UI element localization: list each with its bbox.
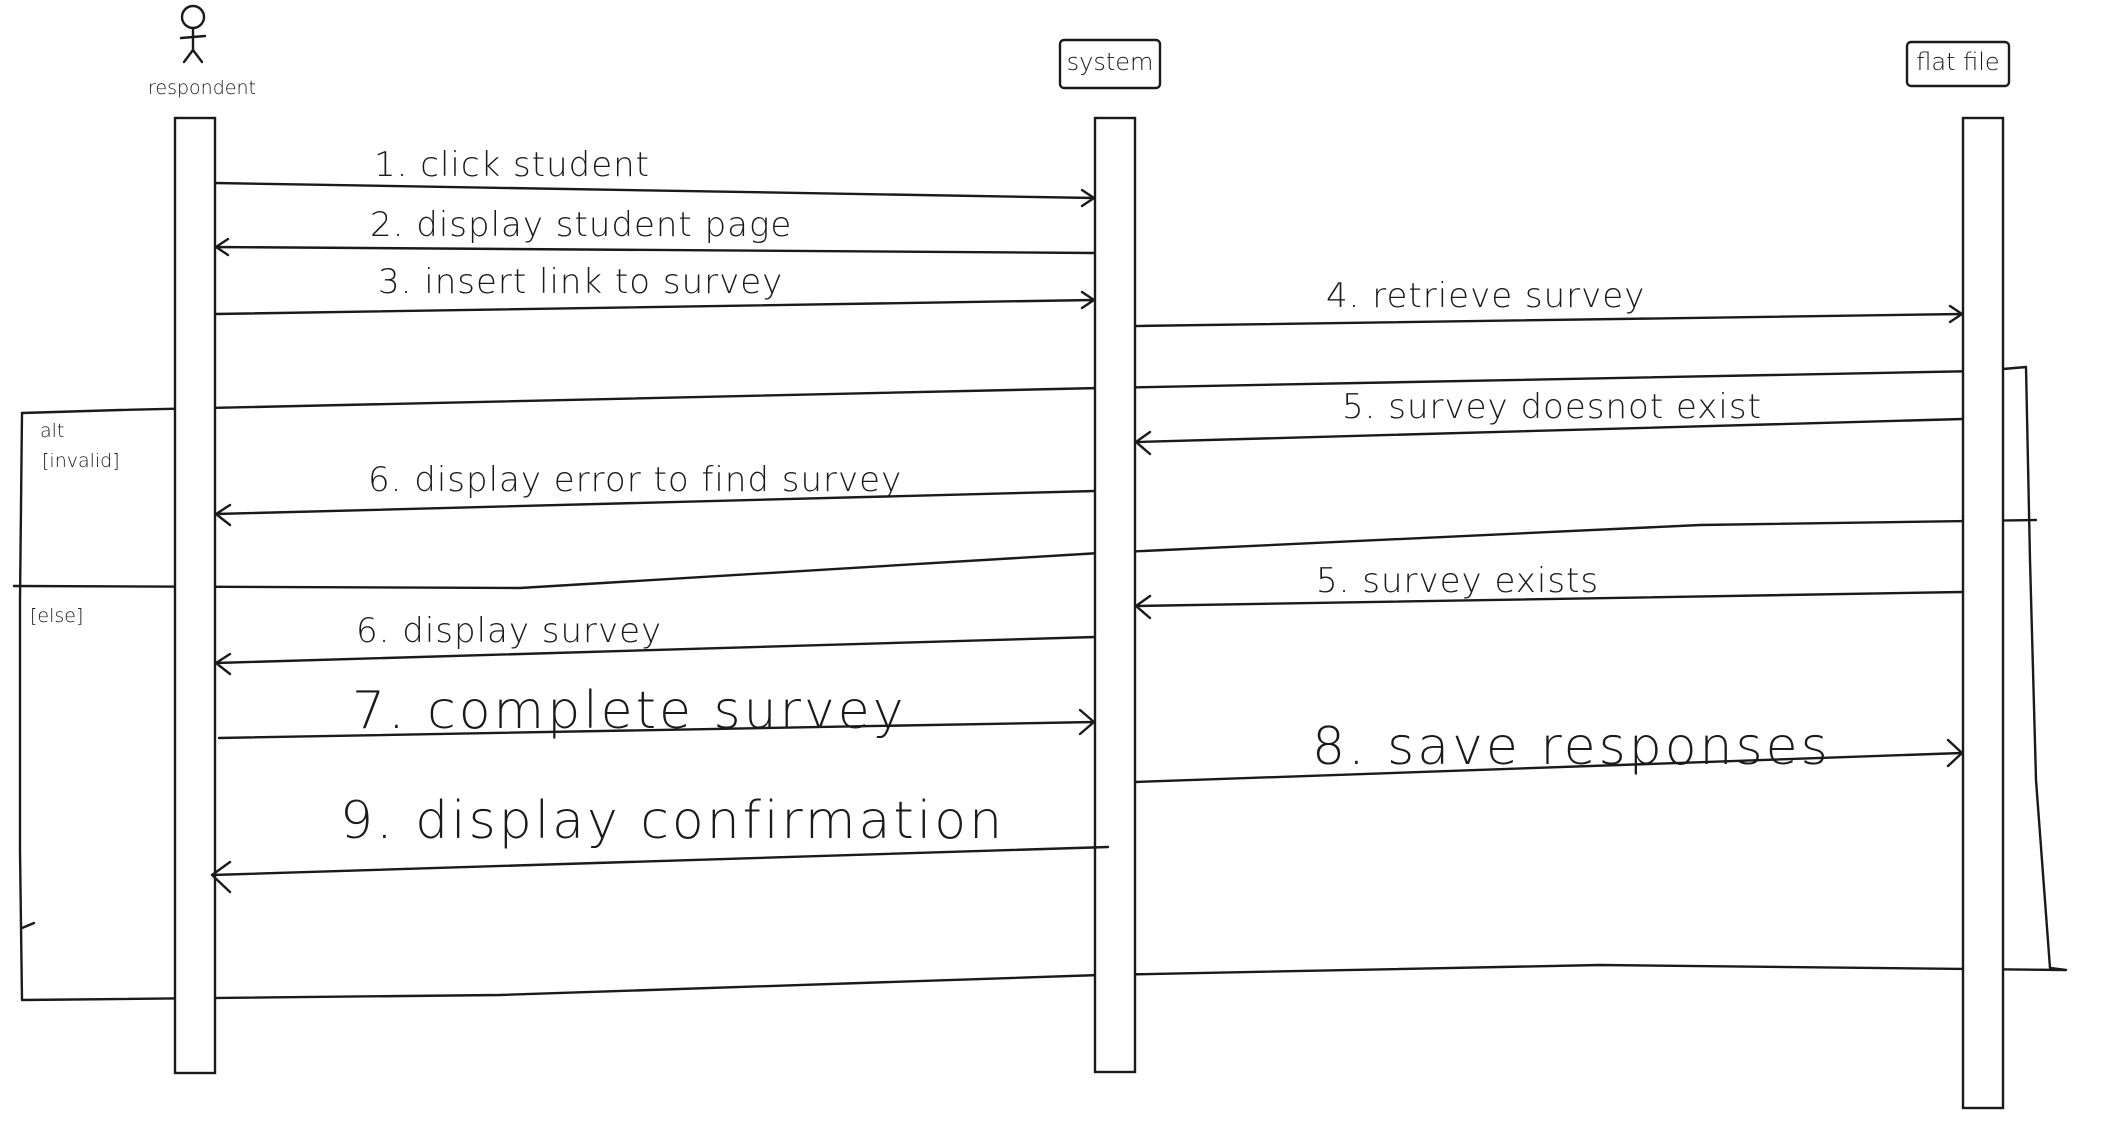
participant-system-label: system — [1067, 48, 1154, 76]
sequence-diagram: respondent system flat file alt [invalid… — [12, 4, 2068, 1110]
message-6a: 6. display error to find survey — [214, 460, 1097, 527]
message-3: 3. insert link to survey — [213, 262, 1096, 316]
message-7: 7. complete survey — [217, 681, 1096, 741]
message-1-arrow — [213, 181, 1096, 208]
message-9-label: 9. display confirmation — [340, 791, 1005, 851]
message-2-label: 2. display student page — [370, 205, 792, 245]
message-3-label: 3. insert link to survey — [378, 262, 783, 302]
message-8: 8. save responses — [1133, 717, 1964, 784]
participant-flat-file-label: flat file — [1916, 48, 1999, 76]
actor-stick-figure-icon — [179, 4, 207, 64]
alt-frame — [18, 365, 2068, 1002]
message-6a-label: 6. display error to find survey — [368, 460, 902, 500]
message-1: 1. click student — [213, 145, 1096, 208]
alt-else-divider — [12, 518, 2038, 590]
message-4-label: 4. retrieve survey — [1326, 276, 1645, 316]
message-5a: 5. survey doesnot exist — [1134, 387, 1965, 456]
message-2: 2. display student page — [214, 205, 1097, 257]
message-6b-label: 6. display survey — [356, 611, 662, 651]
message-8-label: 8. save responses — [1312, 717, 1831, 777]
message-4: 4. retrieve survey — [1133, 276, 1964, 328]
system-lifeline-bar — [1093, 116, 1137, 1074]
alt-frame-tick — [20, 921, 36, 930]
alt-guard-invalid: [invalid] — [42, 450, 120, 472]
alt-guard-else: [else] — [30, 605, 83, 627]
message-9-arrow — [210, 845, 1110, 894]
alt-operator-label: alt — [40, 420, 64, 442]
respondent-lifeline-bar — [173, 116, 217, 1075]
message-9: 9. display confirmation — [210, 791, 1110, 894]
participant-respondent-label: respondent — [148, 77, 256, 99]
message-6b: 6. display survey — [214, 611, 1097, 676]
message-5b-label: 5. survey exists — [1316, 561, 1599, 601]
message-7-label: 7. complete survey — [352, 681, 907, 741]
message-1-label: 1. click student — [374, 145, 650, 185]
message-5b: 5. survey exists — [1134, 561, 1965, 620]
message-5a-label: 5. survey doesnot exist — [1342, 387, 1762, 427]
flat-file-lifeline-bar — [1961, 116, 2005, 1110]
